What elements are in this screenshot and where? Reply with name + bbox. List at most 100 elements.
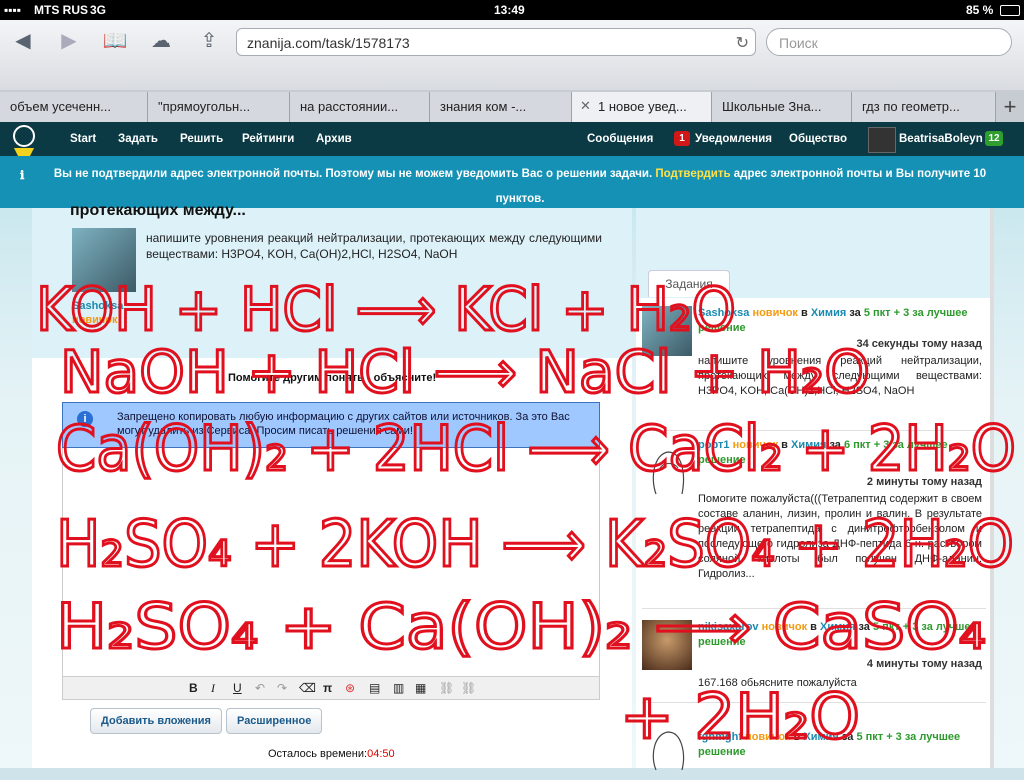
redo-icon[interactable]: ↷ [277, 681, 287, 695]
icloud-tabs-icon[interactable]: ☁ [146, 30, 176, 52]
task-time: 4 минуты тому назад [866, 658, 982, 670]
underline-icon[interactable]: U [233, 681, 242, 695]
task-text: 167.168 обьясните пожалуйста [698, 677, 857, 689]
url-text: znanija.com/task/1578173 [247, 35, 410, 51]
tab-label: 1 новое увед... [598, 99, 687, 114]
task-avatar[interactable] [642, 306, 692, 356]
task-subject-link[interactable]: Химия [811, 307, 846, 319]
scrollbar[interactable] [990, 208, 994, 768]
battery-label: 85 % [966, 3, 994, 17]
task-user-rank: новичок [752, 307, 798, 319]
status-bar: ▪▪▪▪ MTS RUS 3G 13:49 85 % [0, 0, 1024, 20]
paste-text-icon[interactable]: ▥ [393, 681, 404, 695]
advanced-button[interactable]: Расширенное [226, 708, 323, 734]
nav-community[interactable]: Общество [789, 133, 847, 145]
bookmarks-icon[interactable]: 📖 [100, 30, 130, 52]
default-avatar-icon [652, 731, 685, 771]
default-avatar-icon [652, 451, 685, 495]
nav-ratings[interactable]: Рейтинги [242, 133, 294, 145]
task-for: за [829, 439, 841, 451]
clock: 13:49 [494, 3, 525, 17]
editor-toolbar: B I U ↶ ↷ ⌫ π ⊛ ▤ ▥ ▦ ⛓ ⛓ [62, 676, 600, 700]
task-in: в [793, 731, 801, 743]
page-content: протекающих между... напишите уровнения … [0, 202, 1024, 771]
sidebar-header: Задания [636, 208, 992, 298]
close-tab-icon[interactable]: ✕ [580, 98, 591, 114]
nav-archive[interactable]: Архив [316, 133, 352, 145]
task-in: в [801, 307, 808, 319]
question-author-avatar[interactable] [72, 228, 136, 292]
network-label: 3G [90, 3, 107, 17]
site-header: Start Задать Решить Рейтинги Архив Сообщ… [0, 122, 1024, 176]
time-remaining: Осталось времени:04:50 [268, 748, 395, 760]
task-subject-link[interactable]: Химия [791, 439, 826, 451]
task-item[interactable]: poрт1 новичок в Химия за 6 пкт + 3 за лу… [642, 438, 986, 609]
nav-notifications[interactable]: Уведомления [695, 133, 772, 145]
task-item[interactable]: nikisaxarov новичок в Химия за 5 пкт + 3… [642, 620, 986, 703]
browser-tab-active[interactable]: ✕ 1 новое увед... [572, 92, 712, 122]
tasks-sidebar: Задания Sashoksa новичок в Химия за 5 пк… [636, 208, 992, 771]
new-tab-button[interactable]: + [996, 92, 1024, 122]
reload-icon[interactable]: ↻ [736, 33, 749, 53]
task-user-rank: новичок [761, 621, 808, 633]
browser-toolbar: ◀ ▶ 📖 ☁ ⇪ znanija.com/task/1578173 ↻ Пои… [0, 20, 1024, 91]
confirm-email-link[interactable]: Подтвердить [655, 168, 730, 180]
nav-start[interactable]: Start [70, 133, 96, 145]
forward-icon[interactable]: ▶ [54, 30, 84, 52]
question-author-link[interactable]: Sashoksa [72, 300, 123, 312]
share-icon[interactable]: ⇪ [194, 30, 224, 52]
task-avatar[interactable] [642, 620, 692, 670]
unlink-icon[interactable]: ⛓ [461, 681, 476, 695]
link-icon[interactable]: ⛓ [439, 681, 454, 695]
nav-ask[interactable]: Задать [118, 133, 158, 145]
browser-tab[interactable]: гдз по геометр... [852, 92, 996, 122]
task-in: в [810, 621, 817, 633]
paste-icon[interactable]: ▤ [369, 681, 380, 695]
browser-tab[interactable]: Школьные Зна... [712, 92, 852, 122]
task-user-link[interactable]: Sashoksa [698, 307, 749, 319]
task-text: напишите уровнения реакций нейтрализации… [698, 355, 982, 397]
battery-icon [1000, 5, 1020, 16]
help-icon[interactable]: ⊛ [345, 681, 355, 695]
browser-tab[interactable]: знания ком -... [430, 92, 572, 122]
task-avatar[interactable] [642, 730, 692, 780]
task-user-link[interactable]: nikisaxarov [698, 621, 759, 633]
notifications-count-badge: 1 [674, 131, 690, 146]
eraser-icon[interactable]: ⌫ [299, 681, 316, 695]
task-subject-link[interactable]: Химия [820, 621, 855, 633]
search-input[interactable]: Поиск [766, 28, 1012, 56]
task-meta: Sashoksa новичок в Химия за 5 пкт + 3 за… [698, 306, 984, 336]
task-avatar[interactable] [642, 438, 692, 495]
answer-editor[interactable] [62, 448, 600, 700]
task-user-link[interactable]: poрт1 [698, 439, 730, 451]
task-user-rank: новичок [745, 731, 791, 743]
nav-solve[interactable]: Решить [180, 133, 223, 145]
question-column: протекающих между... напишите уровнения … [32, 202, 632, 768]
browser-tab[interactable]: объем усеченн... [0, 92, 148, 122]
task-user-link[interactable]: fghmghf [698, 731, 742, 743]
back-icon[interactable]: ◀ [8, 30, 38, 52]
task-meta: poрт1 новичок в Химия за 6 пкт + 3 за лу… [698, 438, 984, 468]
address-bar[interactable]: znanija.com/task/1578173 ↻ [236, 28, 756, 56]
task-text: Помогите пожалуйста(((Тетрапептид содерж… [698, 493, 982, 580]
paste-word-icon[interactable]: ▦ [415, 681, 426, 695]
warning-text: Запрещено копировать любую информацию с … [117, 411, 570, 437]
task-item[interactable]: Sashoksa новичок в Химия за 5 пкт + 3 за… [642, 306, 986, 431]
alert-text: Вы не подтвердили адрес электронной почт… [53, 168, 653, 180]
username-link[interactable]: BeatrisaBoleyn [899, 133, 983, 145]
question-text: напишите уровнения реакций нейтрализации… [146, 231, 602, 261]
question-card: протекающих между... напишите уровнения … [32, 202, 632, 358]
bold-icon[interactable]: B [189, 681, 198, 695]
nav-messages[interactable]: Сообщения [587, 133, 653, 145]
task-item[interactable]: fghmghf новичок в Химия за 5 пкт + 3 за … [642, 730, 986, 771]
task-subject-link[interactable]: Химия [803, 731, 838, 743]
browser-tab[interactable]: на расстоянии... [290, 92, 430, 122]
task-user-rank: новичок [732, 439, 779, 451]
add-attachments-button[interactable]: Добавить вложения [90, 708, 222, 734]
pi-icon[interactable]: π [323, 681, 332, 695]
italic-icon[interactable]: I [211, 681, 215, 696]
user-avatar[interactable] [868, 127, 896, 153]
browser-tab[interactable]: "прямоугольн... [148, 92, 290, 122]
undo-icon[interactable]: ↶ [255, 681, 265, 695]
tab-tasks[interactable]: Задания [648, 270, 730, 297]
